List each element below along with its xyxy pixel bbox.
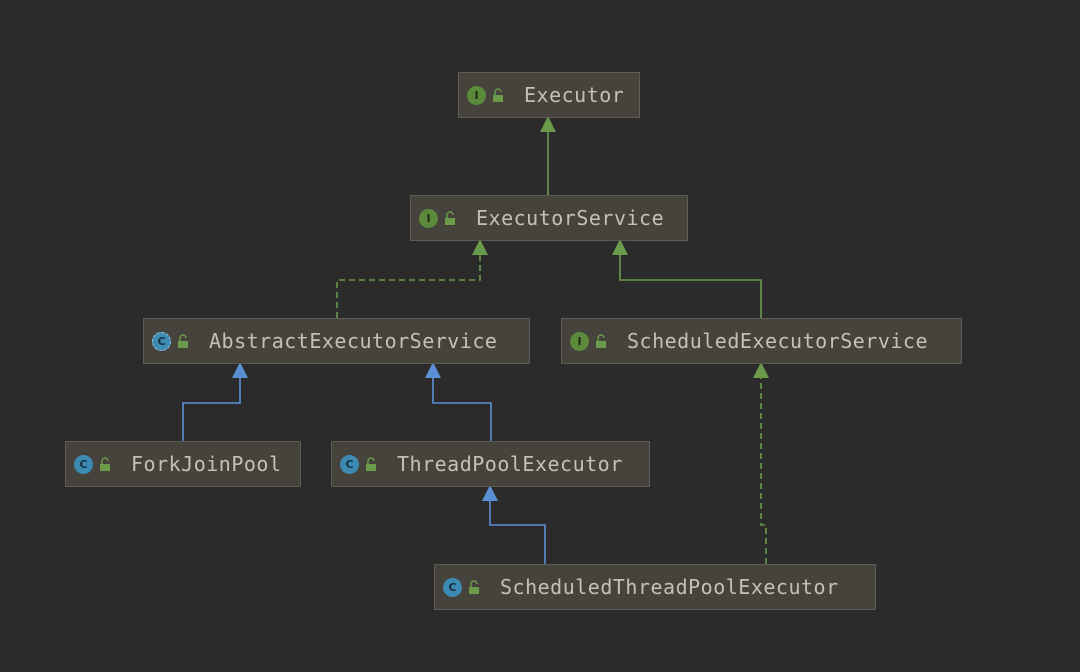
node-abstract-executor-service[interactable]: C AbstractExecutorService [143, 318, 530, 364]
edge-abstract-executor-service-to-executor-service [336, 239, 488, 318]
node-label: Executor [524, 83, 625, 107]
edge-scheduled-executor-service-to-executor-service [612, 239, 762, 318]
public-lock-icon [100, 457, 110, 471]
edge-scheduled-thread-pool-executor-to-scheduled-executor-service [753, 362, 769, 564]
node-label: ThreadPoolExecutor [397, 452, 623, 476]
interface-icon: I [570, 331, 589, 351]
class-icon: C [340, 454, 359, 474]
node-executor[interactable]: I Executor [458, 72, 640, 118]
node-label: ExecutorService [476, 206, 665, 230]
public-lock-icon [493, 88, 503, 102]
node-fork-join-pool[interactable]: C ForkJoinPool [65, 441, 301, 487]
class-icon: C [443, 577, 462, 597]
public-lock-icon [445, 211, 455, 225]
class-icon: C [74, 454, 93, 474]
public-lock-icon [366, 457, 376, 471]
public-lock-icon [596, 334, 606, 348]
edge-fork-join-pool-to-abstract-executor-service [182, 362, 248, 441]
node-thread-pool-executor[interactable]: C ThreadPoolExecutor [331, 441, 650, 487]
node-label: ScheduledThreadPoolExecutor [500, 575, 839, 599]
interface-icon: I [419, 208, 438, 228]
abstract-class-icon: C [152, 331, 171, 351]
node-label: ScheduledExecutorService [627, 329, 928, 353]
public-lock-icon [469, 580, 479, 594]
node-scheduled-thread-pool-executor[interactable]: C ScheduledThreadPoolExecutor [434, 564, 876, 610]
public-lock-icon [178, 334, 188, 348]
node-label: ForkJoinPool [131, 452, 282, 476]
diagram-canvas: I Executor I ExecutorService C AbstractE… [0, 0, 1080, 672]
edge-scheduled-thread-pool-executor-to-thread-pool-executor [482, 485, 546, 564]
interface-icon: I [467, 85, 486, 105]
node-executor-service[interactable]: I ExecutorService [410, 195, 688, 241]
node-label: AbstractExecutorService [209, 329, 498, 353]
edge-thread-pool-executor-to-abstract-executor-service [425, 362, 492, 441]
node-scheduled-executor-service[interactable]: I ScheduledExecutorService [561, 318, 962, 364]
